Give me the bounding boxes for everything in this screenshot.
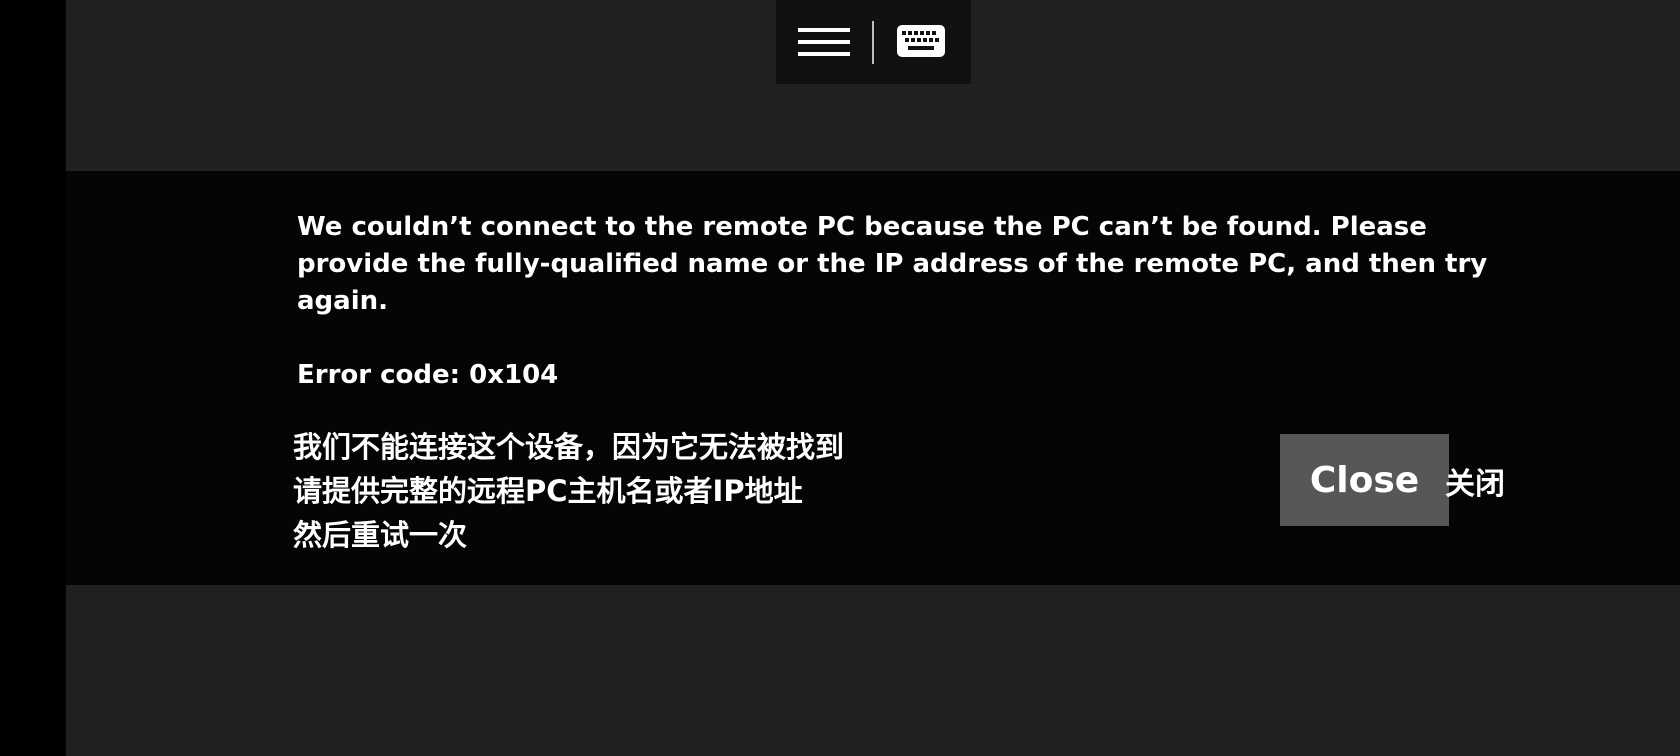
connection-error-dialog: We couldn’t connect to the remote PC bec… xyxy=(66,171,1680,585)
close-button[interactable]: Close xyxy=(1280,434,1449,526)
session-connection-bar xyxy=(776,0,971,84)
chinese-line-3: 然后重试一次 xyxy=(293,518,468,552)
error-code: Error code: 0x104 xyxy=(297,360,559,390)
hamburger-menu-icon[interactable] xyxy=(798,22,854,64)
bar-divider xyxy=(872,21,874,64)
error-message: We couldn’t connect to the remote PC bec… xyxy=(297,212,1488,316)
left-edge-strip xyxy=(0,0,66,756)
chinese-line-1: 我们不能连接这个设备，因为它无法被找到 xyxy=(293,430,845,464)
chinese-error-message: 我们不能连接这个设备，因为它无法被找到 请提供完整的远程PC主机名或者IP地址 … xyxy=(293,425,844,557)
close-label-chinese: 关闭 xyxy=(1445,467,1505,502)
chinese-line-2: 请提供完整的远程PC主机名或者IP地址 xyxy=(293,474,803,508)
keyboard-icon[interactable] xyxy=(896,24,946,58)
remote-desktop-screen: We couldn’t connect to the remote PC bec… xyxy=(0,0,1680,756)
